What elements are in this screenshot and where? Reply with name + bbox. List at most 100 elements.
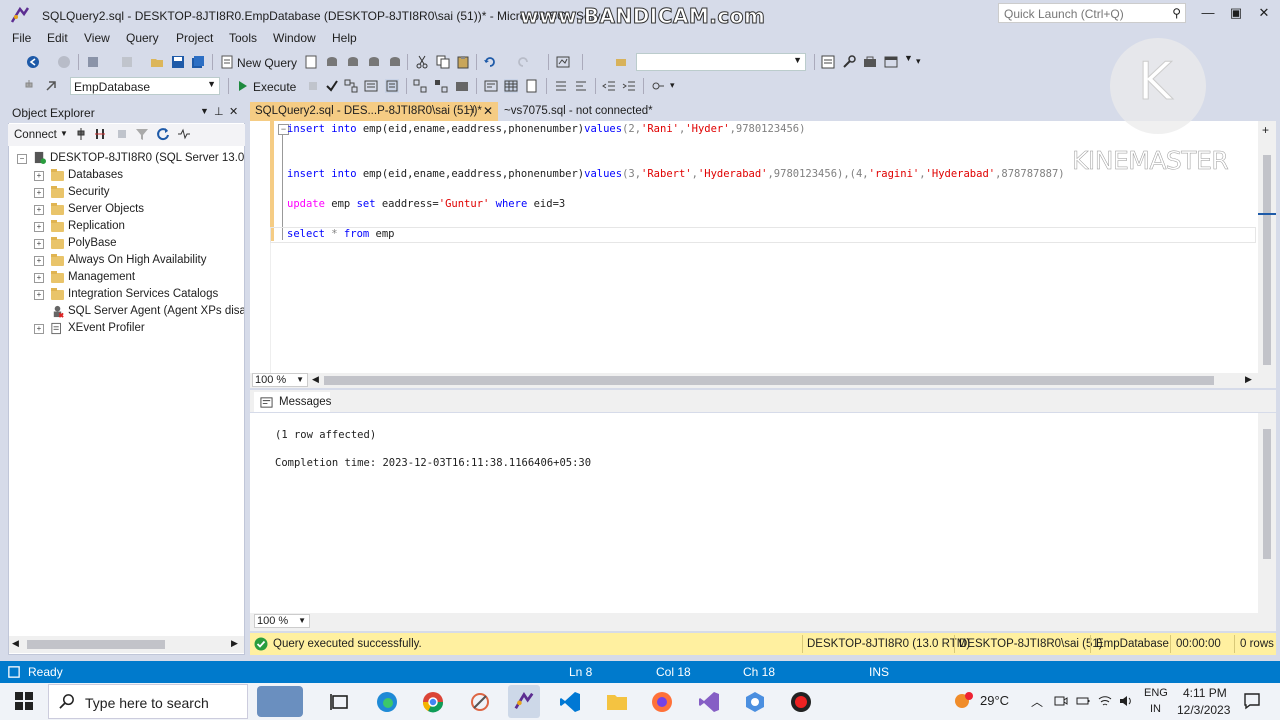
properties-icon[interactable]: [821, 55, 835, 69]
forward-icon[interactable]: [57, 55, 71, 69]
tab-close-icon[interactable]: ✕: [483, 104, 493, 118]
output-window-icon[interactable]: [8, 666, 20, 681]
task-view-icon[interactable]: [328, 690, 352, 714]
paste-icon[interactable]: [456, 55, 470, 69]
expand-icon[interactable]: +: [34, 290, 44, 300]
firefox-icon[interactable]: [650, 690, 674, 714]
expand-icon[interactable]: +: [34, 324, 44, 334]
layout-dropdown-icon[interactable]: ▼: [904, 53, 913, 63]
tree-node-always-on[interactable]: + Always On High Availability: [9, 252, 244, 269]
results-text-icon[interactable]: [484, 79, 498, 93]
specify-template-values-icon[interactable]: [651, 79, 665, 93]
close-panel-icon[interactable]: ✕: [229, 105, 238, 118]
expand-icon[interactable]: +: [34, 205, 44, 215]
meet-now-icon[interactable]: [1054, 694, 1068, 711]
bandicam-record-icon[interactable]: [789, 690, 813, 714]
tab-messages[interactable]: Messages: [254, 392, 331, 412]
database-select[interactable]: EmpDatabase ▼: [70, 77, 220, 95]
expand-icon[interactable]: +: [34, 273, 44, 283]
expand-icon[interactable]: +: [34, 171, 44, 181]
split-editor-icon[interactable]: +: [1262, 123, 1269, 137]
intellisense-icon[interactable]: [385, 79, 399, 93]
undo-icon[interactable]: [483, 55, 497, 69]
filter-icon[interactable]: [135, 127, 149, 144]
scroll-right-icon[interactable]: ▶: [231, 638, 238, 649]
file-explorer-icon[interactable]: [605, 690, 629, 714]
toolbar-overflow-icon[interactable]: ▾: [916, 56, 921, 67]
tab-pin-icon[interactable]: ⊣: [466, 105, 475, 116]
scroll-left-icon[interactable]: ◀: [12, 638, 19, 649]
quick-launch-input[interactable]: Quick Launch (Ctrl+Q) ⚲: [998, 3, 1186, 23]
tree-node-replication[interactable]: + Replication: [9, 218, 244, 235]
connect-button[interactable]: Connect: [14, 129, 57, 141]
client-stats-icon[interactable]: [455, 79, 469, 93]
panel-dropdown-icon[interactable]: ▼: [200, 106, 209, 116]
close-icon[interactable]: ✕: [1254, 5, 1274, 23]
menu-edit[interactable]: Edit: [47, 31, 68, 45]
results-grid-icon[interactable]: [504, 79, 518, 93]
open-file-icon[interactable]: [150, 55, 164, 69]
decrease-indent-icon[interactable]: [602, 79, 616, 93]
ssms-taskbar-active[interactable]: [508, 685, 540, 718]
collapse-icon[interactable]: −: [17, 154, 27, 164]
editor-zoom-select[interactable]: 100 % ▼: [252, 373, 308, 387]
tree-node-databases[interactable]: + Databases: [9, 167, 244, 184]
toolbox-icon[interactable]: [863, 55, 877, 69]
menu-query[interactable]: Query: [126, 31, 159, 45]
wifi-icon[interactable]: [1098, 694, 1112, 711]
estimated-plan-icon[interactable]: [344, 79, 358, 93]
parse-check-icon[interactable]: [325, 79, 339, 93]
solution-config-select[interactable]: ▼: [636, 53, 806, 71]
weather-icon[interactable]: [952, 689, 976, 716]
activity-icon[interactable]: [177, 127, 191, 144]
toolbar2-overflow-icon[interactable]: ▾: [670, 80, 675, 91]
editor-vertical-scrollbar[interactable]: +: [1258, 121, 1276, 373]
solution-config-icon[interactable]: [614, 55, 628, 69]
save-all-icon[interactable]: [191, 55, 205, 69]
visual-studio-icon[interactable]: [697, 690, 721, 714]
news-widget-icon[interactable]: [257, 686, 303, 717]
db-engine-query-icon[interactable]: [304, 55, 318, 69]
scroll-left-icon[interactable]: ◀: [312, 374, 319, 385]
vscode-icon[interactable]: [558, 690, 582, 714]
expand-icon[interactable]: +: [34, 239, 44, 249]
expand-icon[interactable]: +: [34, 188, 44, 198]
minimize-icon[interactable]: —: [1198, 5, 1218, 23]
windows-start-icon[interactable]: [15, 692, 33, 713]
expand-icon[interactable]: +: [34, 256, 44, 266]
volume-icon[interactable]: [1119, 694, 1133, 711]
query-options-icon[interactable]: [364, 79, 378, 93]
expand-icon[interactable]: +: [34, 222, 44, 232]
tree-node-integration-services[interactable]: + Integration Services Catalogs: [9, 286, 244, 303]
tree-node-sql-agent[interactable]: SQL Server Agent (Agent XPs disabl: [9, 303, 244, 320]
menu-file[interactable]: File: [12, 31, 31, 45]
add-item-icon[interactable]: [120, 55, 134, 69]
taskbar-search-box[interactable]: Type here to search: [48, 684, 248, 719]
results-zoom-select[interactable]: 100 % ▼: [254, 614, 310, 628]
window-layout-icon[interactable]: [884, 55, 898, 69]
mdx-query-icon[interactable]: [325, 55, 339, 69]
pin-icon[interactable]: ⊥: [214, 105, 224, 118]
uncomment-lines-icon[interactable]: [574, 79, 588, 93]
tab-vs7075[interactable]: ~vs7075.sql - not connected*: [504, 102, 684, 121]
app-hex-icon[interactable]: [743, 690, 767, 714]
comment-lines-icon[interactable]: [554, 79, 568, 93]
tree-server-node[interactable]: − DESKTOP-8JTI8R0 (SQL Server 13.0.1742: [9, 150, 244, 167]
tree-node-polybase[interactable]: + PolyBase: [9, 235, 244, 252]
language-secondary[interactable]: IN: [1150, 703, 1161, 715]
back-icon[interactable]: [26, 55, 40, 69]
oe-horizontal-scrollbar[interactable]: ◀ ▶: [9, 636, 244, 653]
tray-chevron-icon[interactable]: ︿: [1031, 693, 1043, 710]
notifications-icon[interactable]: [1243, 692, 1261, 713]
menu-project[interactable]: Project: [176, 31, 213, 45]
tree-node-xevent-profiler[interactable]: + XEvent Profiler: [9, 320, 244, 337]
disconnect-icon[interactable]: [93, 127, 107, 144]
tree-node-management[interactable]: + Management: [9, 269, 244, 286]
connect-dropdown-icon[interactable]: ▼: [60, 129, 68, 138]
scroll-right-icon[interactable]: ▶: [1245, 374, 1252, 385]
dmx-query-icon[interactable]: [346, 55, 360, 69]
actual-plan-icon[interactable]: [413, 79, 427, 93]
menu-view[interactable]: View: [84, 31, 110, 45]
save-icon[interactable]: [171, 55, 185, 69]
wrench-icon[interactable]: [842, 55, 856, 69]
